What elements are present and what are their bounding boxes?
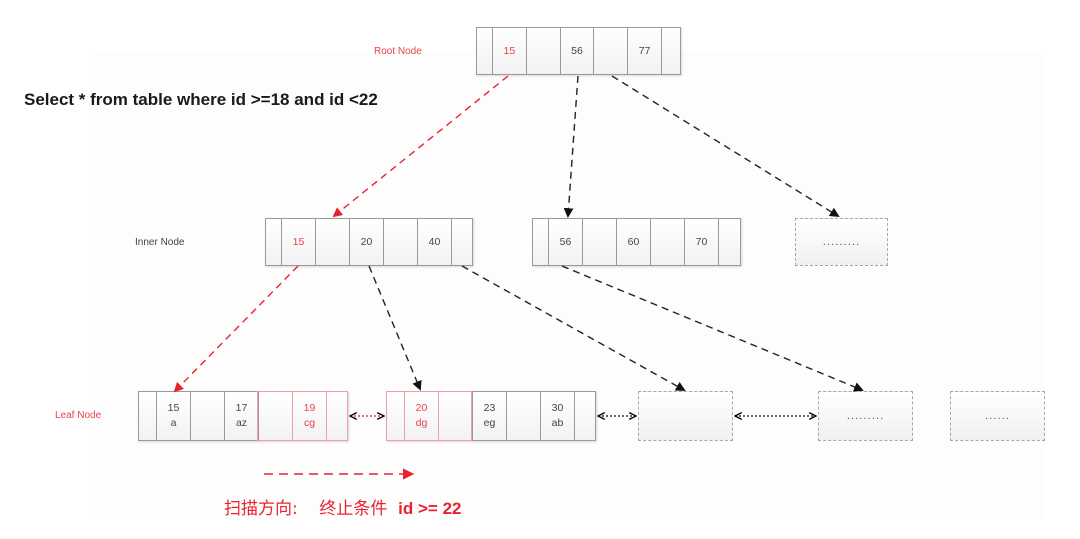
stop-condition-value: id >= 22 — [398, 499, 462, 518]
arrow-root-to-inner-2 — [563, 75, 579, 218]
arrow-inner-to-leaf-4 — [561, 265, 864, 392]
arrow-root-to-inner-3 — [611, 75, 840, 218]
arrow-inner-to-leaf-3 — [461, 265, 686, 391]
scan-direction-label: 扫描方向: — [224, 499, 298, 519]
pointer-arrows — [173, 75, 864, 480]
arrow-inner-to-leaf-2 — [368, 265, 422, 391]
arrow-inner-to-leaf-1 — [173, 265, 299, 393]
arrow-root-to-inner-1 — [332, 75, 509, 218]
stop-condition-label: 终止条件 — [319, 499, 388, 519]
scan-note: 扫描方向: 终止条件 id >= 22 — [224, 494, 462, 519]
